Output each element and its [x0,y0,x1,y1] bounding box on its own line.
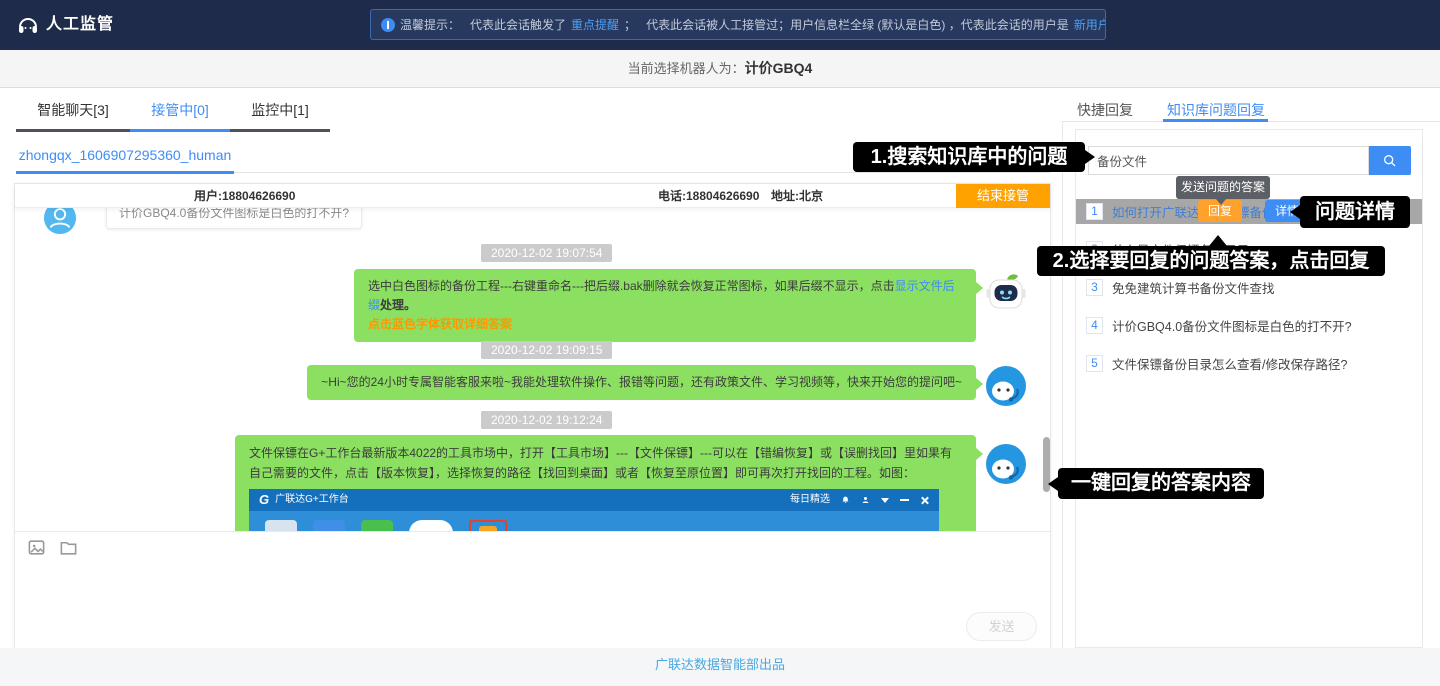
chat-user-phone: 电话:18804626690 [658,184,759,208]
app-icon [409,520,453,531]
tab-takeover[interactable]: 接管中[0] [130,100,230,132]
question-number: 4 [1086,317,1103,334]
embedded-window-titlebar: G 广联达G+工作台 每日精选 [249,489,939,511]
chat-window: 用户:18804626690 电话:18804626690 地址:北京 结束接管… [14,183,1051,648]
chat-user-address: 地址:北京 [771,184,823,208]
bot-message-bubble: 文件保镖在G+工作台最新版本4022的工具市场中，打开【工具市场】---【文件保… [235,435,976,531]
bot-message-bubble: 选中白色图标的备份工程---右键重命名---把后缀.bak删除就会恢复正常图标，… [354,269,976,342]
kb-search-input[interactable] [1088,146,1369,175]
mini-close-icon [920,496,929,505]
bot-message-bubble: ~Hi~您的24小时专属智能客服来啦~我能处理软件操作、报错等问题，还有政策文件… [307,365,976,400]
tip-label: 温馨提示： [400,16,460,33]
callout-answer-hint: 一键回复的答案内容 [1058,468,1264,499]
mini-bell-icon [841,495,850,505]
folder-icon[interactable] [59,538,78,557]
footer-credit: 广联达数据智能部出品 [655,657,785,672]
tab-monitor[interactable]: 监控中[1] [230,100,330,132]
send-button[interactable]: 发送 [966,612,1037,641]
active-tab-underline [1163,119,1268,122]
callout-reply-hint: 2.选择要回复的问题答案，点击回复 [1037,246,1385,276]
bot-message-text: 选中白色图标的备份工程---右键重命名---把后缀.bak删除就会恢复正常图标，… [368,277,962,315]
question-row[interactable]: 4 计价GBQ4.0备份文件图标是白色的打不开? [1076,313,1422,338]
question-text: 文件保镖备份目录怎么查看/修改保存路径? [1112,354,1347,373]
mini-minimize-icon [900,499,909,501]
question-number: 3 [1086,279,1103,296]
embedded-window-controls: 每日精选 [790,490,929,510]
robot-selector-bar: 当前选择机器人为：计价GBQ4 [0,50,1440,88]
panel-separator [1062,122,1063,648]
app-icon [313,520,345,531]
service-avatar-icon [983,363,1029,409]
daily-picks-label: 每日精选 [790,490,830,510]
question-number: 1 [1086,203,1103,220]
app-icon [265,520,297,531]
reply-input-area: 发送 [15,531,1050,648]
robot-name: 计价GBQ4 [745,60,813,76]
end-takeover-button[interactable]: 结束接管 [956,184,1050,208]
info-icon [381,18,395,32]
tip-text-2: 代表此会话被人工接管过；用户信息栏全绿 (默认是白色) ，代表此会话的用户是 [646,16,1069,33]
kb-search-button[interactable] [1369,146,1411,175]
embedded-app-icons [249,511,939,531]
callout-detail-hint: 问题详情 [1300,196,1410,228]
gplus-logo: G [259,490,269,510]
msg1-suffix: 处理。 [380,298,416,312]
question-text: 免免建筑计算书备份文件查找 [1112,278,1275,297]
user-message-bubble: 计价GBQ4.0备份文件图标是白色的打不开? [106,208,362,229]
tab-quick-reply[interactable]: 快捷回复 [1077,100,1133,120]
robot-selector-label: 当前选择机器人为： [628,61,745,76]
question-text: 计价GBQ4.0备份文件图标是白色的打不开? [1112,316,1352,335]
headset-logo-icon [16,13,40,37]
message-list: 计价GBQ4.0备份文件图标是白色的打不开? 2020-12-02 19:07:… [15,208,1050,531]
important-reminder-link[interactable]: 重点提醒 [571,16,619,33]
timestamp: 2020-12-02 19:09:15 [481,341,612,359]
question-row[interactable]: 5 文件保镖备份目录怎么查看/修改保存路径? [1076,351,1422,376]
msg1-hint-line: 点击蓝色字体获取详细答案 [368,315,962,334]
timestamp: 2020-12-02 19:12:24 [481,411,612,429]
msg1-text: 选中白色图标的备份工程---右键重命名---把后缀.bak删除就会恢复正常图标，… [368,279,895,293]
footer: 广联达数据智能部出品 [0,648,1440,686]
chat-user-id: 用户:18804626690 [194,184,295,208]
robot-avatar-icon [983,271,1029,317]
user-avatar-icon [43,208,77,235]
app-icon [361,520,393,531]
mini-person-icon [861,495,870,505]
conversation-tabs: 智能聊天[3] 接管中[0] 监控中[1] [16,100,330,132]
chat-user-info-bar: 用户:18804626690 电话:18804626690 地址:北京 结束接管 [15,184,1050,208]
image-upload-icon[interactable] [27,538,46,557]
tab-smart-chat[interactable]: 智能聊天[3] [16,100,130,132]
question-number: 5 [1086,355,1103,372]
top-navbar: 人工监管 温馨提示： 代表此会话触发了 重点提醒 ； 代表此会话被人工接管过；用… [0,0,1440,50]
msg3-text: 文件保镖在G+工作台最新版本4022的工具市场中，打开【工具市场】---【文件保… [249,443,962,483]
embedded-window-title: 广联达G+工作台 [275,490,349,510]
tip-banner: 温馨提示： 代表此会话触发了 重点提醒 ； 代表此会话被人工接管过；用户信息栏全… [370,9,1106,40]
tab-knowledge-base-reply[interactable]: 知识库问题回复 [1167,100,1265,120]
callout-search-hint: 1.搜索知识库中的问题 [853,142,1085,172]
search-icon [1382,153,1398,169]
page-title: 人工监管 [46,0,114,50]
question-row[interactable]: 3 免免建筑计算书备份文件查找 [1076,275,1422,300]
send-answer-tooltip: 发送问题的答案 [1176,176,1270,199]
embedded-screenshot: G 广联达G+工作台 每日精选 [249,489,939,531]
mini-caret-icon [881,498,889,507]
session-tab[interactable]: zhongqx_1606907295360_human [16,147,234,174]
timestamp: 2020-12-02 19:07:54 [481,244,612,262]
tip-text-1: 代表此会话触发了 [470,16,566,33]
service-avatar-icon [983,441,1029,487]
new-user-link[interactable]: 新用户 [1074,16,1106,33]
highlighted-app-icon [469,520,507,531]
tip-separator: ； [624,16,636,33]
session-tab-divider [234,172,1050,173]
